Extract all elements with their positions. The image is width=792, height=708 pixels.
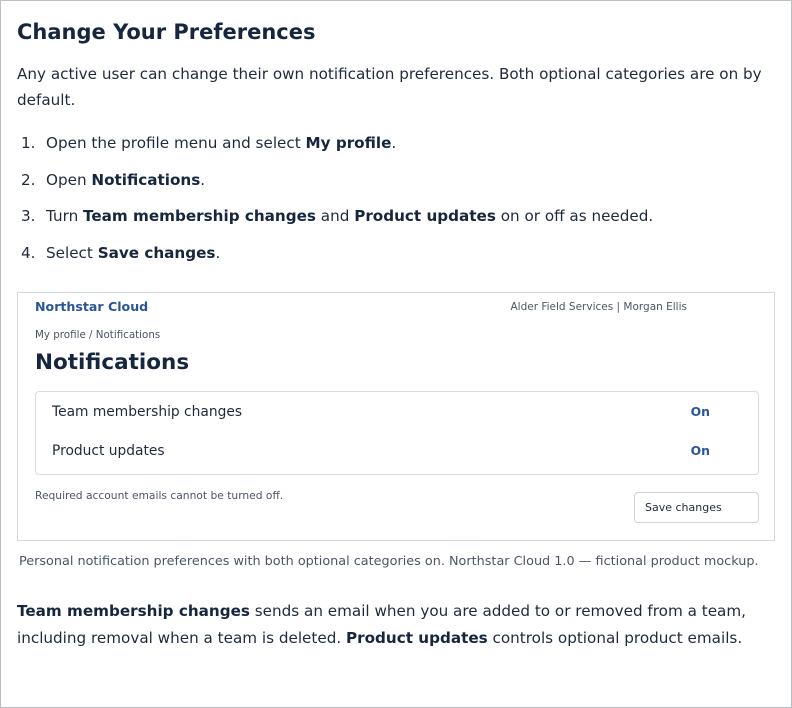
step-emphasis: My profile xyxy=(305,134,392,152)
step-text: Select xyxy=(46,243,98,262)
step-text-end: . xyxy=(215,243,221,262)
document-page: Change Your Preferences Any active user … xyxy=(0,0,792,708)
step-text-end: . xyxy=(200,170,206,189)
intro-paragraph: Any active user can change their own not… xyxy=(17,65,762,109)
save-changes-button[interactable]: Save changes xyxy=(634,492,759,523)
preference-row-product-updates: Product updates On xyxy=(52,441,710,461)
outro-text-2: controls optional product emails. xyxy=(487,628,743,647)
steps-list: 1. Open the profile menu and select My pr… xyxy=(17,131,653,277)
step-text-mid: and xyxy=(315,207,355,225)
step-item: 4. Select Save changes. xyxy=(17,241,653,278)
org-user-label: Alder Field Services | Morgan Ellis xyxy=(510,301,687,313)
figure-caption: Personal notification preferences with b… xyxy=(19,554,759,569)
step-number: 4. xyxy=(21,243,36,262)
step-text: Turn xyxy=(46,207,84,225)
step-emphasis: Save changes xyxy=(97,243,216,262)
step-item: 2. Open Notifications. xyxy=(17,168,653,205)
outro-emphasis-2: Product updates xyxy=(346,628,488,647)
step-number: 3. xyxy=(21,207,36,225)
step-text-end: on or off as needed. xyxy=(495,207,654,225)
preference-toggle-team-membership[interactable]: On xyxy=(691,402,710,422)
preference-row-team-membership: Team membership changes On xyxy=(52,402,710,422)
mockup-page-title: Notifications xyxy=(35,350,190,375)
step-text: Open xyxy=(46,170,92,189)
breadcrumb: My profile / Notifications xyxy=(35,329,161,341)
step-emphasis: Team membership changes xyxy=(83,207,316,225)
step-item: 1. Open the profile menu and select My pr… xyxy=(17,131,653,168)
required-emails-note: Required account emails cannot be turned… xyxy=(35,489,284,502)
step-text-end: . xyxy=(391,134,397,152)
step-number: 2. xyxy=(21,170,36,189)
step-emphasis-2: Product updates xyxy=(354,207,496,225)
outro-emphasis-1: Team membership changes xyxy=(17,602,250,620)
brand-name: Northstar Cloud xyxy=(35,299,149,314)
product-mockup-figure: Northstar Cloud Alder Field Services | M… xyxy=(17,292,775,541)
step-text: Open the profile menu and select xyxy=(46,134,306,152)
step-number: 1. xyxy=(21,134,36,152)
step-item: 3. Turn Team membership changes and Produ… xyxy=(17,204,653,241)
preference-label: Team membership changes xyxy=(52,404,243,420)
preference-label: Product updates xyxy=(52,443,165,459)
page-title: Change Your Preferences xyxy=(17,20,316,44)
outro-paragraph: Team membership changes sends an email w… xyxy=(17,598,781,651)
preference-toggle-product-updates[interactable]: On xyxy=(691,441,710,461)
step-emphasis: Notifications xyxy=(91,170,201,189)
preferences-panel: Team membership changes On Product updat… xyxy=(35,391,759,475)
